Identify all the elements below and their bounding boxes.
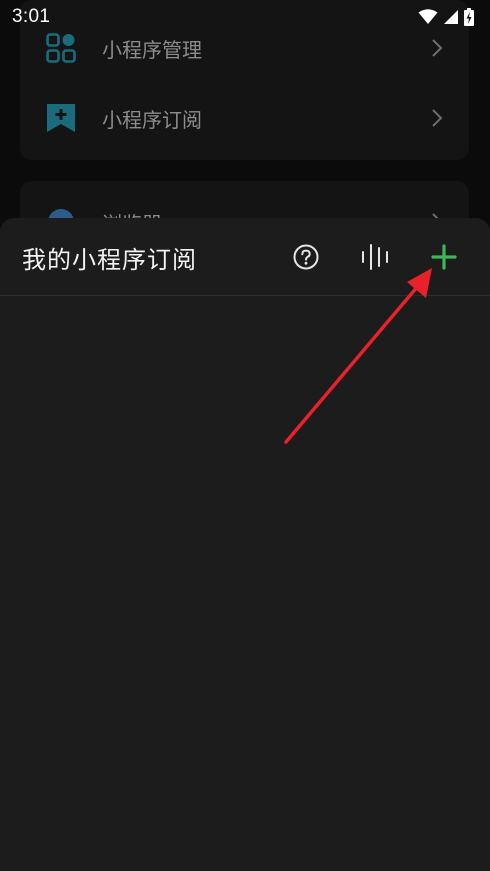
chevron-right-icon [432,39,443,57]
menu-item-mini-program-subscription[interactable]: 小程序订阅 [20,83,469,153]
add-icon [431,244,457,270]
subscription-bookmark-icon [47,104,75,132]
menu-item-label: 小程序订阅 [102,107,202,132]
subscription-list [0,296,490,871]
signal-icon [444,10,458,24]
sheet-title: 我的小程序订阅 [22,246,197,274]
wifi-icon [418,9,438,24]
add-button[interactable] [427,240,461,274]
chevron-right-icon [432,109,443,127]
help-icon [293,244,319,270]
subscription-sheet: 我的小程序订阅 [0,218,490,871]
battery-charging-icon [464,8,474,26]
screen: 3:01 小程序管理 小程序订阅 我的小程序订阅 [0,0,490,871]
voice-button[interactable] [358,240,392,274]
status-icons [418,8,474,26]
status-bar: 3:01 [0,0,490,34]
menu-item-label: 小程序管理 [102,37,202,62]
sheet-header: 我的小程序订阅 [0,218,490,296]
voice-icon [362,244,388,270]
grid-apps-icon [46,33,76,63]
help-button[interactable] [289,240,323,274]
status-time: 3:01 [12,6,51,27]
